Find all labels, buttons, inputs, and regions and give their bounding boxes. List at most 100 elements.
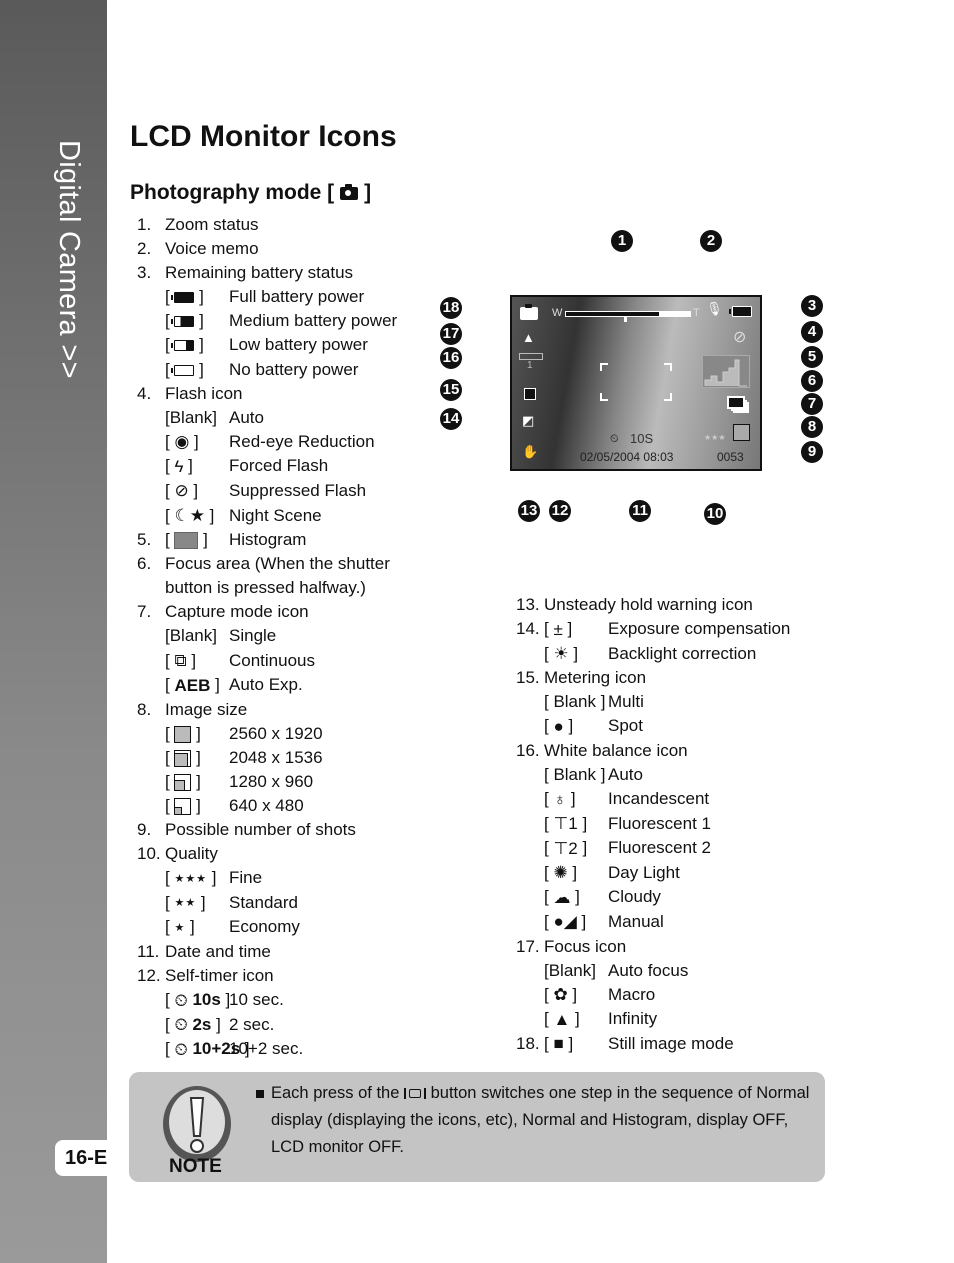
list-subitem: [Blank] Auto [137,406,397,430]
subitem-bracket: [ ] [165,359,204,379]
list-subitem: [ ] Full battery power [137,285,397,309]
list-item: 12. Self-timer icon [137,964,397,988]
subitem-bracket: [ ✺ ] [544,861,608,886]
list-subitem: [ ◉ ] Red-eye Reduction [137,430,397,455]
list-subitem: [ ☾★ ] Night Scene [137,504,397,529]
item-number: 12. [137,966,161,986]
quality-economy-icon: ★ [174,921,186,934]
subitem-label: Backlight correction [608,643,757,663]
page-title: LCD Monitor Icons [130,120,397,153]
subitem-bracket: [ ● ] [544,714,608,739]
size-640-icon [174,798,192,816]
bracket-icon: ⏲ [174,990,188,1010]
list-subitem: [ ⏲ 2s ] 2 sec. [137,1013,397,1038]
subitem-label: Red-eye Reduction [229,431,375,451]
item-label: Still image mode [608,1033,734,1053]
subitem-bracket: [ ⊤1 ] [544,812,608,837]
subitem-bracket: [ Blank ] [544,692,606,712]
list-item: 17. Focus icon [516,935,790,959]
subitem-bracket: [ Blank ] [544,765,606,785]
list-subitem: [ ● ] Spot [516,714,790,739]
list-subitem: [ ⏲ 10s ] 10 sec. [137,988,397,1013]
white-balance-icon [519,353,543,360]
subitem-label: Auto focus [608,960,689,980]
infinity-focus-icon: ▲ [522,330,535,345]
date-time: 02/05/2004 08:03 [580,450,674,464]
fluorescent1-icon: ⊤1 [553,814,578,834]
item-label: Image size [165,699,248,719]
subitem-label: Low battery power [229,335,368,355]
quality-standard-icon: ★★ [174,897,197,910]
subitem-label: Fluorescent 2 [608,838,711,858]
item-number: 5. [137,530,152,550]
list-subitem: [ Blank ] Multi [516,690,790,714]
subitem-bracket: [ ] [165,747,201,767]
list-subitem: [Blank] Single [137,624,397,648]
subitem-label: Multi [608,692,644,712]
item-number: 6. [137,554,152,574]
item-number: 17. [516,936,540,956]
size-2048-icon [174,749,192,767]
list-subitem: [ ✺ ] Day Light [516,861,790,886]
list-item: 18.[ ■ ] Still image mode [516,1032,790,1057]
backlight-icon: ◩ [522,413,535,428]
list-subitem: [ AEB ] Auto Exp. [137,673,397,698]
item-number: 1. [137,215,152,234]
subitem-bracket: [ ★ ] [165,915,229,940]
subitem-bracket: [ ⊘ ] [165,479,229,504]
callout-2: 2 [700,230,722,252]
callout-15: 15 [440,379,462,401]
item-label: Capture mode icon [165,602,309,622]
subitem-bracket: [ ⧉ ] [165,649,229,674]
callout-3: 3 [801,295,823,317]
battery-full-icon [171,292,195,304]
subitem-bracket: [ ⊤2 ] [544,836,608,861]
item-label: Possible number of shots [165,820,356,840]
subitem-bracket: [ ☀ ] [544,642,608,667]
subitem-label: 640 x 480 [229,796,304,816]
timer-value: 10s [187,990,221,1010]
list-subitem: [Blank] Auto focus [516,959,790,983]
right-icon-list: 13. Unsteady hold warning icon 14.[ ± ] Exp… [516,593,790,1056]
list-item: 1. Zoom status [137,213,397,237]
section-title-close: ] [364,181,372,204]
list-item: 8. Image size [137,698,397,722]
subitem-bracket: [ ☾★ ] [165,504,229,529]
flash-icon: ϟ [174,456,184,476]
subitem-label: No battery power [229,359,359,379]
subitem-label: Auto [229,407,264,427]
subitem-label: Auto Exp. [229,675,303,695]
wb-count: 1 [527,360,533,371]
item-label: Focus area (When the shutter [165,554,390,574]
list-item: 2. Voice memo [137,237,397,261]
subitem-bracket: [ ✿ ] [544,983,608,1008]
list-item: 9. Possible number of shots [137,818,397,842]
continuous-icon: ⧉ [174,651,187,671]
subitem-label: Forced Flash [229,456,329,476]
item-number: 13. [516,595,540,614]
item-bracket: [ ■ ] [544,1032,608,1057]
section-title-text: Photography mode [ [130,181,335,204]
subitem-bracket: [ ☁ ] [544,885,608,910]
sidebar: Digital Camera >> [0,0,107,1263]
subitem-label: Night Scene [229,505,322,525]
item-number: 18. [516,1033,540,1053]
item-label: Histogram [229,530,307,550]
subitem-label: 2048 x 1536 [229,747,323,767]
list-subitem: [ ] 2560 x 1920 [137,722,397,746]
callout-4: 4 [801,321,823,343]
subitem-bracket: [ ⏲ 10s ] [165,988,230,1013]
size-2560-icon [174,725,192,743]
item-label: Date and time [165,942,271,962]
zoom-t-label: T [693,307,700,319]
item-number: 16. [516,740,540,760]
item-number: 7. [137,602,152,622]
subitem-bracket: [Blank] [544,960,596,980]
self-timer-icon: ⏲ [610,433,619,445]
list-subitem: [ ] 1280 x 960 [137,770,397,794]
subitem-bracket: [ ] [165,311,204,331]
spot-metering-icon [524,388,536,400]
zoom-indicator [624,316,627,322]
exposure-compensation-icon: ± [553,619,563,639]
lcd-diagram: W T 🎙 ⊘ ▲ 1 ◩ ✋ ★★★ ⏲ 10S 02/05/2004 08:… [435,225,835,535]
